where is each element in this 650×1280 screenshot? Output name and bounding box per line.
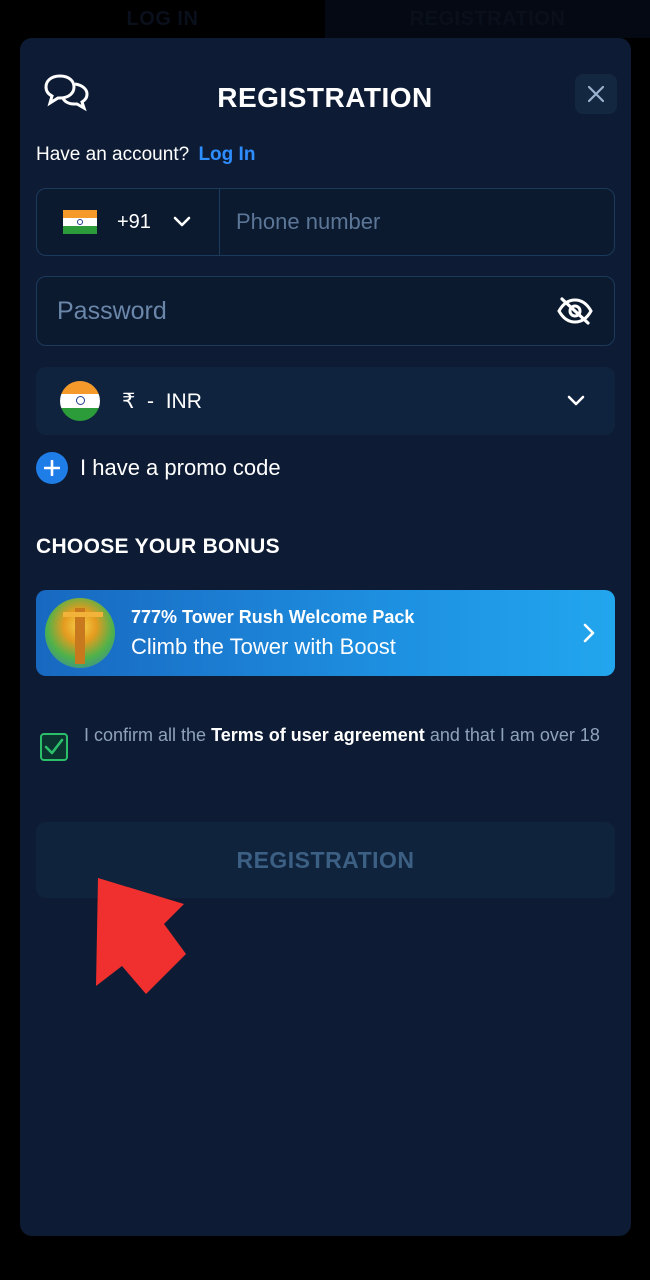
terms-row: I confirm all the Terms of user agreemen… (40, 722, 610, 761)
plus-icon[interactable] (36, 452, 68, 484)
eye-slash-icon[interactable] (556, 296, 594, 326)
red-arrow-annotation-icon (96, 878, 186, 994)
promo-code-label[interactable]: I have a promo code (80, 455, 281, 481)
have-account-row: Have an account? Log In (36, 144, 255, 166)
login-link[interactable]: Log In (198, 144, 255, 165)
chevron-right-icon (583, 623, 595, 643)
terms-prefix: I confirm all the (84, 725, 207, 745)
currency-label: ₹ - INR (122, 389, 567, 414)
tab-registration[interactable]: REGISTRATION (325, 0, 650, 38)
terms-suffix: and that I am over 18 (429, 725, 600, 745)
bonus-title: 777% Tower Rush Welcome Pack (131, 606, 415, 627)
bonus-heading: CHOOSE YOUR BONUS (36, 535, 280, 558)
checkmark-icon (44, 738, 64, 755)
phone-number-input[interactable]: Phone number (220, 189, 614, 255)
close-button[interactable] (575, 74, 617, 114)
country-code-select[interactable]: +91 (37, 189, 220, 255)
currency-separator: - (147, 389, 155, 413)
password-field[interactable]: Password (36, 276, 615, 346)
page-title: REGISTRATION (217, 82, 433, 113)
terms-checkbox[interactable] (40, 733, 68, 761)
have-account-text: Have an account? (36, 144, 190, 165)
currency-code: INR (165, 389, 202, 413)
terms-text: I confirm all the Terms of user agreemen… (84, 722, 600, 761)
tower-rush-bonus-image (45, 598, 115, 668)
chevron-down-icon (567, 395, 585, 406)
phone-field: +91 Phone number (36, 188, 615, 256)
country-code: +91 (117, 210, 151, 233)
india-flag-icon (63, 210, 97, 234)
tab-login[interactable]: LOG IN (0, 0, 325, 38)
chevron-down-icon (173, 216, 191, 227)
currency-symbol: ₹ (122, 389, 136, 413)
top-tabs: LOG IN REGISTRATION (0, 0, 650, 38)
bonus-subtitle: Climb the Tower with Boost (131, 633, 396, 659)
password-input[interactable]: Password (57, 297, 556, 326)
bonus-card[interactable]: 777% Tower Rush Welcome Pack Climb the T… (36, 590, 615, 676)
india-flag-icon (60, 381, 100, 421)
terms-link[interactable]: Terms of user agreement (211, 725, 425, 745)
currency-select[interactable]: ₹ - INR (36, 367, 615, 435)
bonus-text: 777% Tower Rush Welcome Pack Climb the T… (131, 607, 583, 660)
close-icon (587, 85, 605, 103)
promo-code-toggle[interactable]: I have a promo code (36, 452, 281, 484)
